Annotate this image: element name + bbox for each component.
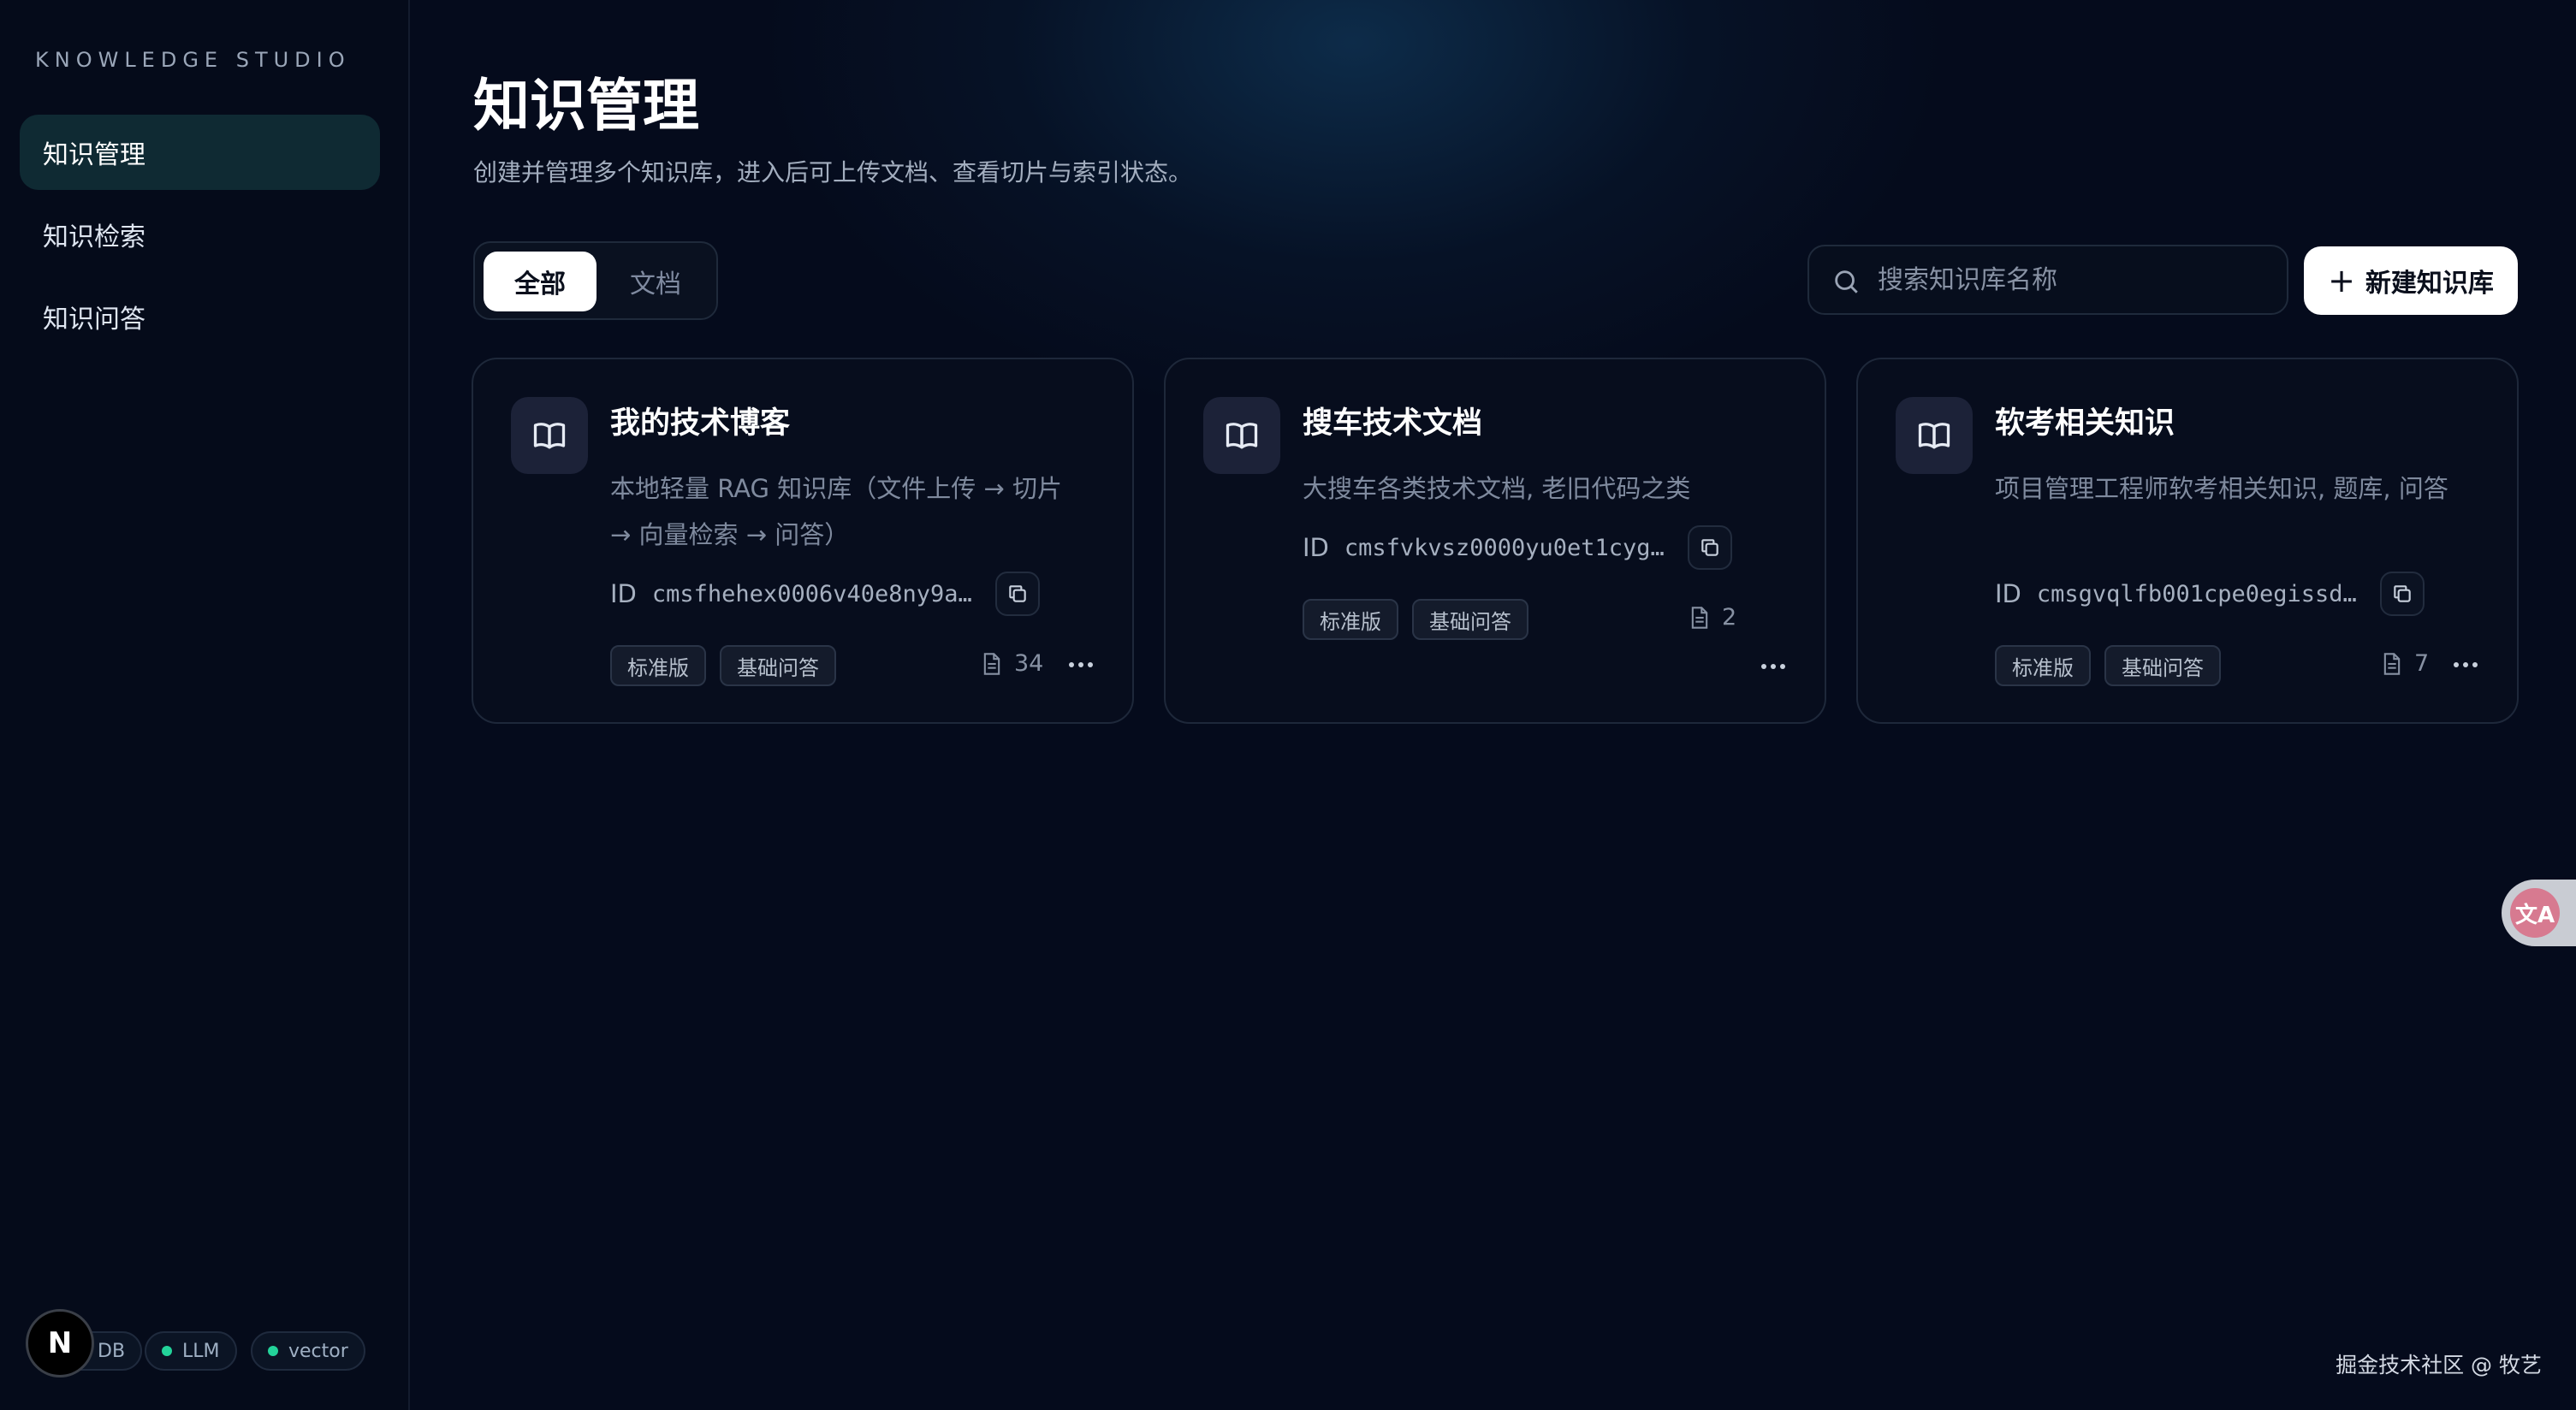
knowledge-base-card[interactable]: 我的技术博客 本地轻量 RAG 知识库（文件上传 → 切片 → 向量检索 → 问… (472, 358, 1134, 724)
card-title: 我的技术博客 (610, 406, 791, 441)
tag-badge: 标准版 (610, 645, 706, 686)
search-box[interactable] (1807, 245, 2288, 315)
footer-credit: 掘金技术社区 @ 牧艺 (2336, 1353, 2542, 1377)
card-description: 本地轻量 RAG 知识库（文件上传 → 切片 → 向量检索 → 问答） (610, 474, 1062, 549)
document-icon (2383, 652, 2401, 675)
knowledge-base-card[interactable]: 软考相关知识 项目管理工程师软考相关知识, 题库, 问答 ID cmsgvqlf… (1856, 358, 2519, 724)
doc-count: 34 (982, 650, 1043, 677)
page-title: 知识管理 (473, 73, 699, 139)
card-tags: 标准版 基础问答 (1303, 599, 1528, 640)
tag-badge: 基础问答 (720, 645, 836, 686)
status-pill-llm: LLM (145, 1331, 237, 1371)
card-id-row: ID cmsgvqlfb001cpe0egissdr… (1995, 579, 2362, 608)
knowledge-base-card[interactable]: 搜车技术文档 大搜车各类技术文档, 老旧代码之类 ID cmsfvkvsz000… (1164, 358, 1826, 724)
copy-id-button[interactable] (1688, 525, 1732, 570)
tag-badge: 标准版 (1995, 645, 2091, 686)
more-options-button[interactable] (1754, 654, 1792, 679)
status-pill-vector: vector (251, 1331, 365, 1371)
card-title: 软考相关知识 (1995, 406, 2175, 441)
tag-badge: 标准版 (1303, 599, 1398, 640)
translate-floating-button[interactable]: 文A (2502, 880, 2576, 946)
sidebar: KNOWLEDGE STUDIO 知识管理 知识检索 知识问答 DB LLM v… (0, 0, 410, 1410)
tab-all[interactable]: 全部 (484, 252, 597, 311)
page-subtitle: 创建并管理多个知识库，进入后可上传文档、查看切片与索引状态。 (473, 158, 1193, 187)
more-options-button[interactable] (2447, 652, 2484, 678)
card-id-row: ID cmsfvkvsz0000yu0et1cygo… (1303, 533, 1670, 562)
copy-icon (2394, 585, 2411, 602)
status-dot-icon (162, 1346, 172, 1356)
card-id-row: ID cmsfhehex0006v40e8ny9a4… (610, 579, 977, 608)
translate-icon: 文A (2510, 888, 2560, 938)
nextjs-dev-indicator-button[interactable]: N (26, 1309, 94, 1377)
sidebar-item-label: 知识管理 (43, 140, 145, 170)
card-id-value: cmsgvqlfb001cpe0egissdr… (2036, 580, 2362, 607)
copy-id-button[interactable] (2380, 572, 2425, 616)
more-options-button[interactable] (1062, 652, 1100, 678)
sidebar-item-knowledge-management[interactable]: 知识管理 (20, 115, 380, 190)
copy-icon (1701, 539, 1718, 556)
card-description: 项目管理工程师软考相关知识, 题库, 问答 (1995, 474, 2448, 503)
sidebar-item-label: 知识问答 (43, 305, 145, 335)
sidebar-item-label: 知识检索 (43, 222, 145, 252)
copy-icon (1009, 585, 1026, 602)
doc-count: 2 (1689, 604, 1736, 631)
tag-badge: 基础问答 (2104, 645, 2221, 686)
status-dot-icon (268, 1346, 278, 1356)
filter-segmented-control: 全部 文档 (473, 241, 718, 320)
card-description: 大搜车各类技术文档, 老旧代码之类 (1303, 474, 1691, 503)
plus-icon: + (2328, 262, 2355, 299)
card-tags: 标准版 基础问答 (1995, 645, 2221, 686)
new-knowledge-base-button[interactable]: + 新建知识库 (2304, 246, 2518, 315)
book-icon (511, 397, 588, 474)
copy-id-button[interactable] (995, 572, 1040, 616)
search-icon (1835, 270, 1858, 293)
card-tags: 标准版 基础问答 (610, 645, 836, 686)
card-id-value: cmsfvkvsz0000yu0et1cygo… (1344, 534, 1670, 561)
doc-count: 7 (2382, 650, 2429, 677)
book-icon (1896, 397, 1973, 474)
book-icon (1203, 397, 1280, 474)
sidebar-item-knowledge-search[interactable]: 知识检索 (20, 197, 380, 272)
sidebar-item-knowledge-qa[interactable]: 知识问答 (20, 279, 380, 354)
document-icon (1691, 606, 1708, 629)
main-content: 知识管理 创建并管理多个知识库，进入后可上传文档、查看切片与索引状态。 全部 文… (412, 0, 2576, 1410)
search-input[interactable] (1878, 246, 2280, 313)
tab-documents[interactable]: 文档 (600, 252, 711, 311)
card-id-value: cmsfhehex0006v40e8ny9a4… (651, 580, 977, 607)
tag-badge: 基础问答 (1412, 599, 1528, 640)
document-icon (983, 652, 1000, 675)
card-title: 搜车技术文档 (1303, 406, 1483, 441)
brand-title: KNOWLEDGE STUDIO (35, 48, 351, 72)
